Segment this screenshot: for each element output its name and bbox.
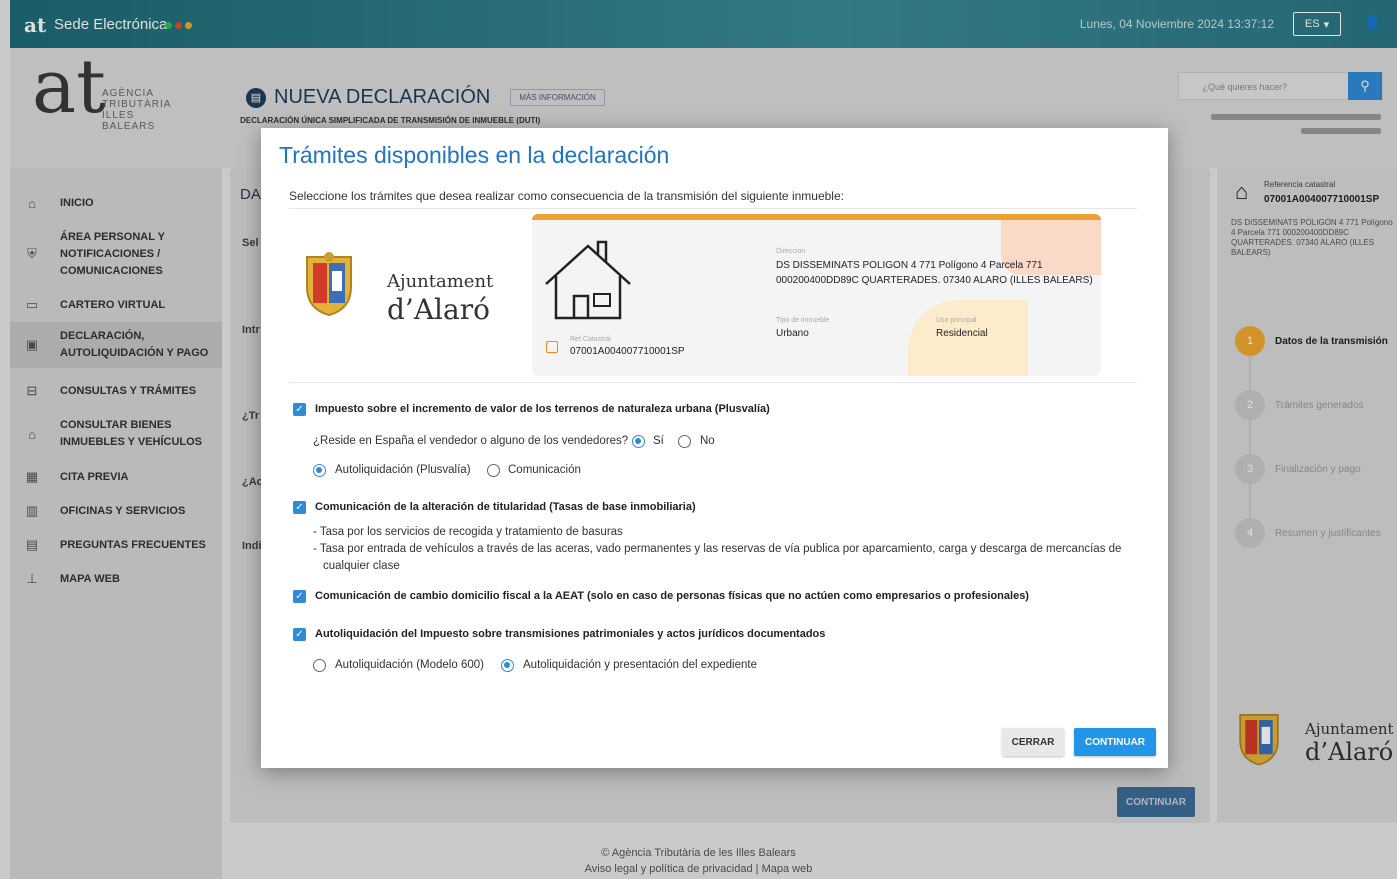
reside-no-label: No xyxy=(700,435,715,447)
itp-expediente-label: Autoliquidación y presentación del exped… xyxy=(523,659,757,671)
direccion-value: DS DISSEMINATS POLIGON 4 771 Polígono 4 … xyxy=(776,260,1093,286)
ayuntamiento-line1: Ajuntament xyxy=(387,271,494,292)
continuar-button[interactable]: CONTINUAR xyxy=(1074,728,1156,756)
uso-label: Uso principal xyxy=(936,317,977,324)
direccion-label: Direccion xyxy=(776,248,806,255)
plusvalia-checkbox[interactable]: ✓ xyxy=(293,403,306,416)
divider xyxy=(289,208,1137,209)
plusvalia-comunicacion-radio[interactable] xyxy=(487,464,500,477)
tramites-modal: Trámites disponibles en la declaración S… xyxy=(261,128,1168,768)
modal-title: Trámites disponibles en la declaración xyxy=(279,142,670,168)
itp-modelo600-radio[interactable] xyxy=(313,659,326,672)
reside-si-radio[interactable] xyxy=(632,435,645,448)
itp-label: Autoliquidación del Impuesto sobre trans… xyxy=(315,628,826,640)
tasa-vehiculos-cont: cualquier clase xyxy=(323,560,400,572)
plusvalia-comunicacion-label: Comunicación xyxy=(508,464,581,476)
ayuntamiento-shield-icon xyxy=(306,252,352,317)
plusvalia-autoliq-label: Autoliquidación (Plusvalía) xyxy=(335,464,471,476)
tipo-value: Urbano xyxy=(776,328,809,339)
tasa-vehiculos: - Tasa por entrada de vehículos a través… xyxy=(313,543,1122,555)
ref-catastral-value: 07001A004007710001SP xyxy=(570,346,685,357)
plusvalia-label: Impuesto sobre el incremento de valor de… xyxy=(315,403,770,415)
tasa-basuras: - Tasa por los servicios de recogida y t… xyxy=(313,526,623,538)
modal-intro: Seleccione los trámites que desea realiz… xyxy=(289,189,844,203)
divider xyxy=(289,382,1137,383)
property-card: Direccion DS DISSEMINATS POLIGON 4 771 P… xyxy=(532,214,1101,376)
uso-value: Residencial xyxy=(936,328,988,339)
itp-checkbox[interactable]: ✓ xyxy=(293,628,306,641)
tasas-checkbox[interactable]: ✓ xyxy=(293,501,306,514)
reside-si-label: Sí xyxy=(653,435,664,447)
aeat-label: Comunicación de cambio domicilio fiscal … xyxy=(315,590,1029,602)
aeat-checkbox[interactable]: ✓ xyxy=(293,590,306,603)
cerrar-button[interactable]: CERRAR xyxy=(1002,728,1064,756)
itp-expediente-radio[interactable] xyxy=(501,659,514,672)
itp-modelo600-label: Autoliquidación (Modelo 600) xyxy=(335,659,484,671)
tipo-label: Tipo de inmueble xyxy=(776,317,830,324)
house-icon xyxy=(545,240,631,320)
external-link-icon[interactable] xyxy=(546,341,558,353)
ayuntamiento-line2: d’Alaró xyxy=(387,293,490,326)
ayuntamiento-logo: Ajuntament d’Alaró xyxy=(301,243,501,333)
reside-no-radio[interactable] xyxy=(678,435,691,448)
tasas-label: Comunicación de la alteración de titular… xyxy=(315,501,696,513)
reside-question: ¿Reside en España el vendedor o alguno d… xyxy=(313,435,629,447)
plusvalia-autoliq-radio[interactable] xyxy=(313,464,326,477)
ref-catastral-label: Ref.Catastral xyxy=(570,336,611,343)
